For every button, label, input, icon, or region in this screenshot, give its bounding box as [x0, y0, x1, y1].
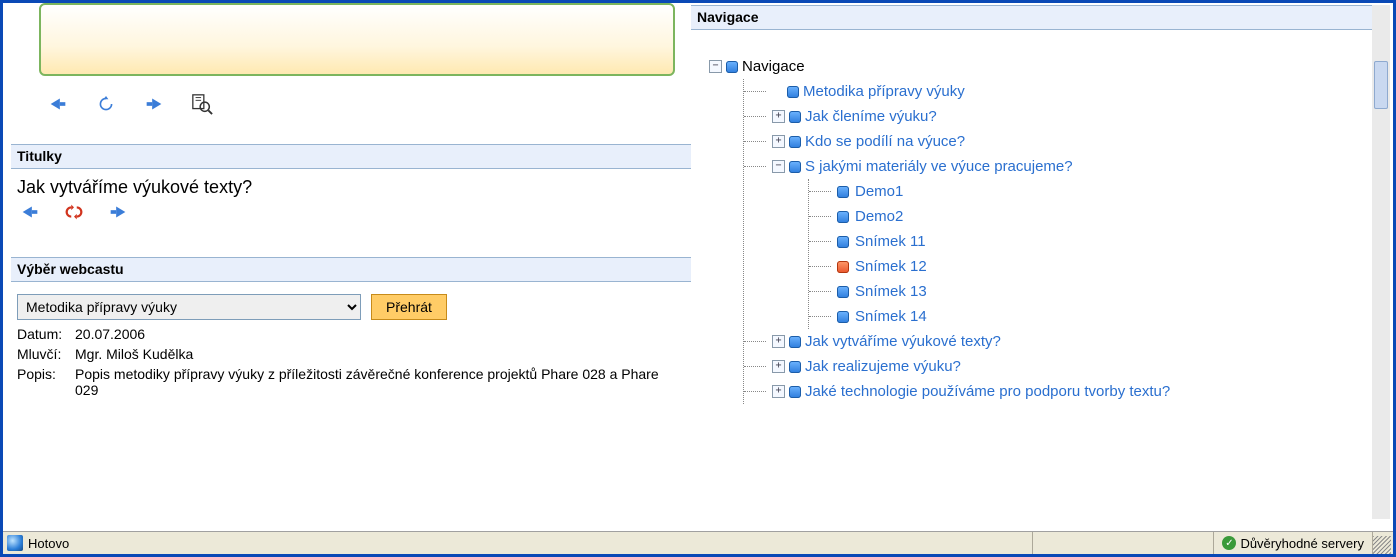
webcast-select-row: Metodika přípravy výuky Přehrát [17, 294, 691, 320]
node-bullet-icon [837, 211, 849, 223]
webcast-heading: Výběr webcastu [11, 257, 691, 282]
collapse-icon[interactable]: − [772, 160, 785, 173]
tree-item-link[interactable]: Jaké technologie používáme pro podporu t… [805, 379, 1170, 404]
tree-children: Metodika přípravy výuky + Jak členíme výuk… [743, 79, 1381, 404]
meta-desc-row: Popis: Popis metodiky přípravy výuky z p… [17, 366, 685, 398]
collapse-icon[interactable]: − [709, 60, 722, 73]
node-bullet-icon [789, 136, 801, 148]
meta-desc-label: Popis: [17, 366, 75, 382]
node-bullet-icon [787, 86, 799, 98]
meta-desc-value: Popis metodiky přípravy výuky z příležit… [75, 366, 685, 398]
tree-item-link[interactable]: Kdo se podílí na výuce? [805, 129, 965, 154]
video-controls [11, 82, 691, 122]
node-bullet-icon [789, 386, 801, 398]
subtitle-controls [11, 200, 691, 223]
tree-item: + Jak členíme výuku? [744, 104, 1381, 129]
tree-item: + Jak realizujeme výuku? [744, 354, 1381, 379]
expand-icon[interactable]: + [772, 135, 785, 148]
tree-root: − Navigace [709, 54, 1381, 79]
subtitles-heading: Titulky [11, 144, 691, 169]
app-window: Titulky Jak vytváříme výukové texty? Výb… [0, 0, 1396, 557]
status-trust-zone: ✓ Důvěryhodné servery [1214, 536, 1372, 551]
tree-subitem-link[interactable]: Snímek 12 [855, 254, 927, 279]
right-column: Navigace −NavigaceMetodika přípravy výuk… [691, 3, 1393, 522]
tree-item-link[interactable]: Metodika přípravy výuky [803, 79, 965, 104]
scrollbar-thumb[interactable] [1374, 61, 1388, 109]
tree-item-link[interactable]: Jak členíme výuku? [805, 104, 937, 129]
tree-item: + Kdo se podílí na výuce? [744, 129, 1381, 154]
meta-speaker-row: Mluvčí: Mgr. Miloš Kudělka [17, 346, 685, 362]
status-bar: Hotovo ✓ Důvěryhodné servery [3, 531, 1393, 554]
subtitle-prev-icon[interactable] [19, 204, 41, 223]
webcast-meta: Datum: 20.07.2006 Mluvčí: Mgr. Miloš Kud… [11, 326, 691, 398]
tree-spacer [772, 86, 783, 97]
expand-icon[interactable]: + [772, 110, 785, 123]
video-placeholder [39, 3, 675, 76]
node-bullet-icon [789, 361, 801, 373]
tree-subchildren: Demo1Demo2Snímek 11Snímek 12Snímek 13Sní… [808, 179, 1381, 329]
tree-subitem: Snímek 12 [809, 254, 1381, 279]
tree-subitem: Demo2 [809, 204, 1381, 229]
node-bullet-icon [837, 261, 849, 273]
vertical-scrollbar[interactable] [1372, 5, 1390, 519]
tree-root-label: Navigace [742, 54, 805, 79]
status-text: Hotovo [28, 536, 1032, 551]
trusted-icon: ✓ [1222, 536, 1236, 550]
meta-speaker-value: Mgr. Miloš Kudělka [75, 346, 685, 362]
subtitle-next-icon[interactable] [107, 204, 129, 223]
tree-item: + Jak vytváříme výukové texty? [744, 329, 1381, 354]
tree-subitem: Demo1 [809, 179, 1381, 204]
node-bullet-icon [726, 61, 738, 73]
node-bullet-icon [837, 286, 849, 298]
tree-subitem: Snímek 11 [809, 229, 1381, 254]
play-button[interactable]: Přehrát [371, 294, 447, 320]
video-next-icon[interactable] [143, 96, 165, 115]
tree-item-link[interactable]: Jak vytváříme výukové texty? [805, 329, 1001, 354]
tree-subitem-link[interactable]: Demo1 [855, 179, 903, 204]
tree-item: + Jaké technologie používáme pro podporu … [744, 379, 1381, 404]
content-area: Titulky Jak vytváříme výukové texty? Výb… [3, 3, 1393, 522]
webcast-select[interactable]: Metodika přípravy výuky [17, 294, 361, 320]
node-bullet-icon [837, 311, 849, 323]
nav-heading: Navigace [691, 5, 1381, 30]
node-bullet-icon [837, 186, 849, 198]
resize-grip-icon[interactable] [1373, 536, 1391, 554]
meta-date-label: Datum: [17, 326, 75, 342]
expand-icon[interactable]: + [772, 335, 785, 348]
subtitle-text: Jak vytváříme výukové texty? [11, 169, 691, 200]
ie-icon [7, 535, 23, 551]
node-bullet-icon [789, 161, 801, 173]
status-separator [1032, 532, 1033, 554]
tree-item-link[interactable]: S jakými materiály ve výuce pracujeme? [805, 154, 1073, 179]
tree-subitem-link[interactable]: Demo2 [855, 204, 903, 229]
tree-subitem-link[interactable]: Snímek 14 [855, 304, 927, 329]
tree-item: Metodika přípravy výuky [744, 79, 1381, 104]
meta-date-row: Datum: 20.07.2006 [17, 326, 685, 342]
node-bullet-icon [837, 236, 849, 248]
subtitle-sync-icon[interactable] [63, 204, 85, 223]
meta-speaker-label: Mluvčí: [17, 346, 75, 362]
tree-subitem-link[interactable]: Snímek 13 [855, 279, 927, 304]
expand-icon[interactable]: + [772, 385, 785, 398]
tree-item-link[interactable]: Jak realizujeme výuku? [805, 354, 961, 379]
node-bullet-icon [789, 336, 801, 348]
left-column: Titulky Jak vytváříme výukové texty? Výb… [3, 3, 691, 522]
video-refresh-icon[interactable] [95, 96, 117, 115]
video-prev-icon[interactable] [47, 96, 69, 115]
tree-item: − S jakými materiály ve výuce pracujeme? [744, 154, 1381, 179]
video-zoom-icon[interactable] [191, 93, 213, 118]
expand-icon[interactable]: + [772, 360, 785, 373]
node-bullet-icon [789, 111, 801, 123]
tree-subitem-link[interactable]: Snímek 11 [855, 229, 926, 254]
nav-tree: − NavigaceMetodika přípravy výuky + Jak čle… [691, 30, 1381, 404]
status-trust-label: Důvěryhodné servery [1240, 536, 1364, 551]
tree-subitem: Snímek 13 [809, 279, 1381, 304]
tree-subitem: Snímek 14 [809, 304, 1381, 329]
meta-date-value: 20.07.2006 [75, 326, 685, 342]
